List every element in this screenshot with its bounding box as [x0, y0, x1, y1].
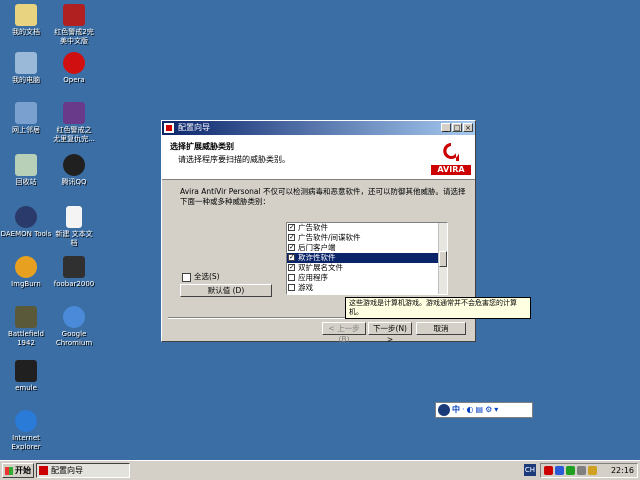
window-controls: _ □ ×	[441, 123, 473, 132]
desktop-icon-new-text-file[interactable]: 新建 文本文 档	[46, 206, 102, 248]
internet-explorer-icon	[15, 410, 37, 432]
back-button[interactable]: < 上一步(B)	[322, 322, 366, 344]
wizard-step-subtitle: 请选择程序要扫描的威胁类别。	[178, 155, 290, 164]
imgburn-icon	[15, 256, 37, 278]
desktop-icon-qq[interactable]: 腾讯QQ	[46, 154, 102, 187]
language-indicator[interactable]: 中	[452, 405, 460, 415]
wizard-header: 选择扩展威胁类别 请选择程序要扫描的威胁类别。 AVIRA	[162, 135, 475, 180]
foobar-icon	[63, 256, 85, 278]
checkbox-checked[interactable]: ✓	[288, 264, 295, 271]
desktop-icon-red-alert-2[interactable]: 红色警戒2完 美中文版	[46, 4, 102, 46]
dialog-title: 配置向导	[178, 123, 210, 132]
list-scrollbar[interactable]	[438, 223, 447, 294]
select-all-label: 全选(S)	[194, 272, 220, 281]
avira-tray-icon[interactable]	[544, 466, 553, 475]
emule-icon	[15, 360, 37, 382]
list-item-selected[interactable]: ✓ 欺诈性软件	[287, 253, 447, 263]
qq-penguin-icon	[63, 154, 85, 176]
folder-icon	[15, 4, 37, 26]
checkbox-unchecked[interactable]	[182, 272, 191, 282]
avira-app-icon	[39, 466, 48, 475]
avira-logo-icon	[443, 143, 459, 161]
checkbox-unchecked[interactable]	[288, 284, 295, 291]
desktop-icon-chromium[interactable]: Google Chromium	[46, 306, 102, 348]
ime-indicator[interactable]: CH	[524, 464, 536, 476]
list-item[interactable]: ✓ 双扩展名文件	[287, 263, 447, 273]
maximize-button[interactable]: □	[452, 123, 462, 132]
opera-icon	[63, 52, 85, 74]
volume-tray-icon[interactable]	[577, 466, 586, 475]
list-item[interactable]: 游戏	[287, 283, 447, 293]
network-tray-icon[interactable]	[555, 466, 564, 475]
checkbox-checked[interactable]: ✓	[288, 224, 295, 231]
desktop-icon-yuris-revenge[interactable]: 红色警戒之 尤里复仇完...	[46, 102, 102, 144]
half-width-icon[interactable]: ◐	[467, 405, 474, 415]
cancel-button[interactable]: 取消	[416, 322, 466, 335]
chromium-icon	[63, 306, 85, 328]
checkbox-checked[interactable]: ✓	[288, 254, 295, 261]
computer-icon	[15, 52, 37, 74]
options-icon[interactable]: ▾	[494, 405, 498, 415]
desktop-icon-opera[interactable]: Opera	[46, 52, 102, 85]
security-tray-icon[interactable]	[588, 466, 597, 475]
minimize-button[interactable]: _	[441, 123, 451, 132]
ime-logo-icon[interactable]	[438, 404, 450, 416]
category-tooltip: 这些游戏是计算机游戏。游戏通常并不会危害您的计算机。	[345, 297, 531, 319]
wizard-description: Avira AntiVir Personal 不仅可以检测病毒和恶意软件，还可以…	[180, 187, 466, 206]
system-tray: 22:16	[540, 463, 638, 478]
avira-logo: AVIRA	[431, 139, 471, 177]
daemon-tools-icon	[15, 206, 37, 228]
next-button[interactable]: 下一步(N) >	[368, 322, 412, 344]
windows-flag-icon	[5, 467, 13, 475]
wizard-step-title: 选择扩展威胁类别	[170, 142, 234, 151]
taskbar-item-config-wizard[interactable]: 配置向导	[36, 463, 130, 478]
battlefield-icon	[15, 306, 37, 328]
qq-tray-icon[interactable]	[566, 466, 575, 475]
text-file-icon	[66, 206, 82, 228]
soft-keyboard-icon[interactable]: ▤	[476, 405, 484, 415]
desktop-icon-foobar2000[interactable]: foobar2000	[46, 256, 102, 289]
red-alert-icon	[63, 4, 85, 26]
desktop-icon-internet-explorer[interactable]: Internet Explorer	[0, 410, 54, 452]
list-item[interactable]: ✓ 广告软件	[287, 223, 447, 233]
close-button[interactable]: ×	[463, 123, 473, 132]
desktop-icon-emule[interactable]: emule	[0, 360, 54, 393]
list-item[interactable]: 应用程序	[287, 273, 447, 283]
start-button[interactable]: 开始	[2, 463, 34, 478]
checkbox-checked[interactable]: ✓	[288, 244, 295, 251]
threat-categories-list[interactable]: ✓ 广告软件 ✓ 广告软件/间谍软件 ✓ 后门客户端 ✓ 欺诈性软件 ✓ 双扩展…	[286, 222, 448, 295]
dialog-titlebar[interactable]: 配置向导 _ □ ×	[162, 121, 475, 135]
language-bar[interactable]: 中 · ◐ ▤ ⚙ ▾	[435, 402, 533, 418]
checkbox-checked[interactable]: ✓	[288, 234, 295, 241]
scrollbar-thumb[interactable]	[439, 251, 447, 267]
checkbox-unchecked[interactable]	[288, 274, 295, 281]
punctuation-icon[interactable]: ·	[462, 405, 465, 415]
list-item[interactable]: ✓ 后门客户端	[287, 243, 447, 253]
yuri-icon	[63, 102, 85, 124]
avira-app-icon	[164, 123, 174, 133]
default-values-button[interactable]: 默认值 (D)	[180, 284, 272, 297]
avira-logo-text: AVIRA	[431, 165, 471, 175]
clock[interactable]: 22:16	[611, 465, 634, 477]
settings-icon[interactable]: ⚙	[485, 405, 492, 415]
list-item[interactable]: ✓ 广告软件/间谍软件	[287, 233, 447, 243]
taskbar: 开始 配置向导 CH 22:16	[0, 460, 640, 480]
network-icon	[15, 102, 37, 124]
select-all-checkbox[interactable]: 全选(S)	[182, 271, 220, 282]
recycle-bin-icon	[15, 154, 37, 176]
